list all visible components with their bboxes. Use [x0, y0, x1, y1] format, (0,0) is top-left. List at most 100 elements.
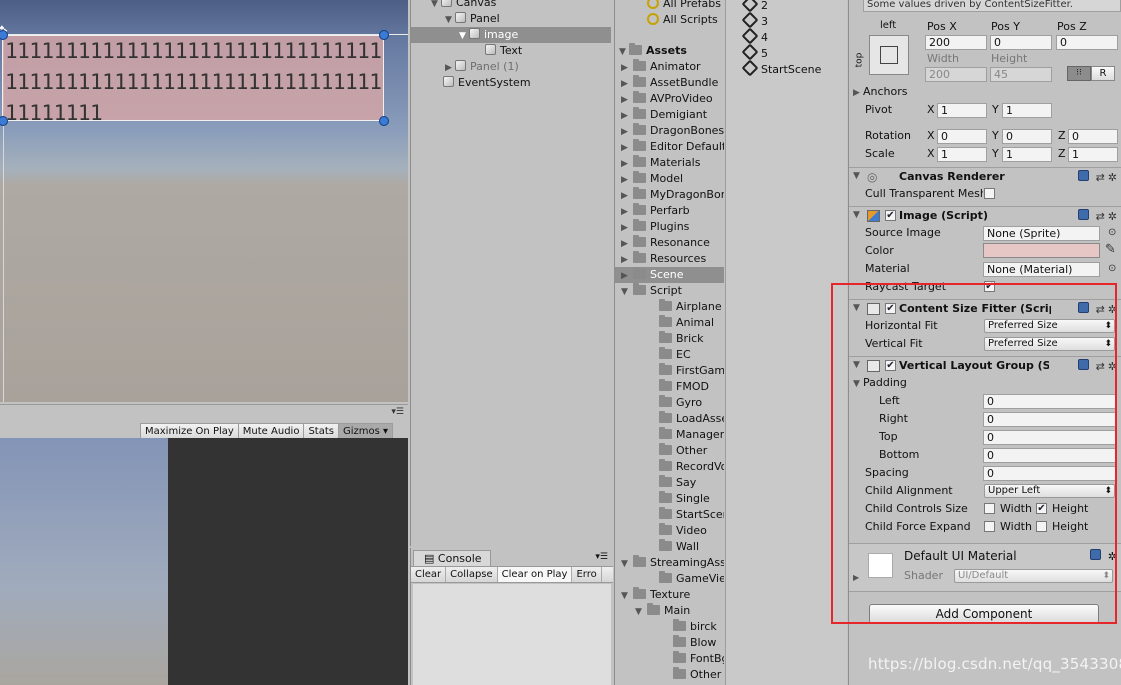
object-picker-icon[interactable]: ⊙ [1108, 263, 1116, 274]
project-folder-item[interactable]: ▶ AVProVideo [621, 91, 713, 107]
vertical-fit-select[interactable]: Preferred Size [984, 337, 1115, 351]
scale-x-field[interactable]: 1 [937, 147, 987, 162]
gear-icon[interactable]: ✲ [1108, 360, 1120, 373]
controls-width-checkbox[interactable] [984, 503, 995, 514]
hierarchy-item-image[interactable]: ▼ image [411, 27, 611, 43]
project-folder-item[interactable]: StartScene [659, 507, 724, 523]
expand-arrow-icon[interactable]: ▶ [445, 60, 455, 76]
file-item[interactable]: StartScene [741, 59, 821, 78]
pivot-x-field[interactable]: 1 [937, 103, 987, 118]
blueprint-mode-button[interactable]: ⁝⁝ [1067, 66, 1091, 81]
object-picker-icon[interactable]: ⊙ [1108, 227, 1116, 238]
project-folder-item[interactable]: Manager [659, 427, 724, 443]
source-image-field[interactable]: None (Sprite) [983, 226, 1100, 241]
rect-handle-bottom-left[interactable] [0, 116, 8, 126]
project-folder-item[interactable]: FMOD [659, 379, 709, 395]
project-folder-item[interactable]: EC [659, 347, 691, 363]
padding-foldout[interactable]: ▼ Padding [853, 375, 907, 391]
component-actions[interactable]: ⇄✲ [1078, 170, 1120, 184]
preset-icon[interactable]: ⇄ [1096, 360, 1108, 373]
help-icon[interactable] [1078, 170, 1090, 181]
padding-bottom-field[interactable]: 0 [983, 448, 1117, 463]
collapse-button[interactable]: Collapse [446, 567, 498, 582]
project-folder-item[interactable]: ▶ AssetBundle [621, 75, 718, 91]
project-folder-item[interactable]: Brick [659, 331, 704, 347]
horizontal-fit-select[interactable]: Preferred Size [984, 319, 1115, 333]
expand-arrow-icon[interactable]: ▶ [621, 252, 633, 268]
error-pause-button[interactable]: Erro [572, 567, 602, 582]
game-view[interactable] [0, 438, 408, 685]
project-folder-item[interactable]: ▶ Demigiant [621, 107, 707, 123]
layout-enabled-checkbox[interactable]: ✔ [885, 360, 896, 371]
file-item[interactable]: 5 [741, 43, 768, 62]
expand-arrow-icon[interactable]: ▶ [621, 172, 633, 188]
gear-icon[interactable]: ✲ [1108, 303, 1120, 316]
rotation-z-field[interactable]: 0 [1068, 129, 1118, 144]
project-folder-item[interactable]: ▶ DragonBones [621, 123, 724, 139]
collapse-arrow-icon[interactable]: ▼ [853, 360, 860, 370]
preset-icon[interactable]: ⇄ [1096, 303, 1108, 316]
project-folder-item[interactable]: Animal [659, 315, 714, 331]
project-folder-item[interactable]: ▶ Animator [621, 59, 701, 75]
project-folder-item[interactable]: Other [659, 443, 707, 459]
cull-transparent-checkbox[interactable] [984, 188, 995, 199]
hierarchy-item-panel[interactable]: ▼ Panel [445, 11, 500, 27]
component-actions[interactable]: ⇄✲ [1078, 359, 1120, 373]
gear-icon[interactable]: ✲ [1108, 550, 1120, 563]
project-folder-item[interactable]: GameView [659, 571, 724, 587]
project-folder-item[interactable]: ▶ Perfarb [621, 203, 690, 219]
project-folder-item[interactable]: ▶ Scene [615, 267, 724, 283]
project-folder-item[interactable]: ▼ Main [635, 603, 690, 619]
rotation-x-field[interactable]: 0 [937, 129, 987, 144]
expand-arrow-icon[interactable]: ▶ [621, 268, 633, 284]
project-folder-item[interactable]: RecordVoice [659, 459, 724, 475]
tab-console[interactable]: ▤ Console [413, 550, 491, 566]
expand-arrow-icon[interactable]: ▼ [621, 556, 633, 572]
console-log-area[interactable] [413, 584, 611, 685]
expand-arrow-icon[interactable]: ▶ [621, 236, 633, 252]
content-size-fitter-header[interactable]: ▼ ✔ Content Size Fitter (Script) ⇄✲ [849, 299, 1121, 319]
material-field[interactable]: None (Material) [983, 262, 1100, 277]
collapse-arrow-icon[interactable]: ▼ [853, 171, 860, 181]
help-icon[interactable] [1078, 209, 1090, 220]
project-folder-item[interactable]: Video [659, 523, 707, 539]
component-actions[interactable]: ⇄✲ [1078, 209, 1120, 223]
material-thumbnail[interactable] [868, 553, 893, 578]
project-folder-item[interactable]: ▼ Texture [621, 587, 690, 603]
pos-z-field[interactable]: 0 [1056, 35, 1118, 50]
anchor-preset-button[interactable] [869, 35, 909, 75]
hierarchy-item-panel-1[interactable]: ▶ Panel (1) [445, 59, 519, 75]
image-rect[interactable]: 1111111111111111111111111111111111111111… [2, 35, 384, 121]
project-folder-item[interactable]: Say [659, 475, 696, 491]
file-item[interactable]: 4 [741, 27, 768, 46]
raw-edit-button[interactable]: R [1091, 66, 1115, 81]
expand-width-checkbox[interactable] [984, 521, 995, 532]
scale-z-field[interactable]: 1 [1068, 147, 1118, 162]
project-folder-item[interactable]: ▶ Resonance [621, 235, 710, 251]
expand-arrow-icon[interactable]: ▼ [445, 12, 455, 28]
project-folder-item[interactable]: Other [673, 667, 721, 683]
help-icon[interactable] [1078, 359, 1090, 370]
assets-root[interactable]: ▼ Assets [619, 43, 687, 59]
expand-arrow-icon[interactable]: ▶ [621, 60, 633, 76]
file-item[interactable]: 3 [741, 11, 768, 30]
project-folder-item[interactable]: Airplane [659, 299, 722, 315]
rotation-y-field[interactable]: 0 [1002, 129, 1052, 144]
scale-y-field[interactable]: 1 [1002, 147, 1052, 162]
component-actions[interactable]: ✲ [1090, 549, 1120, 563]
project-folder-item[interactable]: birck [673, 619, 717, 635]
expand-arrow-icon[interactable]: ▶ [621, 204, 633, 220]
color-swatch[interactable] [983, 243, 1100, 258]
raycast-target-checkbox[interactable]: ✔ [984, 281, 995, 292]
project-folder-item[interactable]: ▶ MyDragonBones [621, 187, 724, 203]
pos-x-field[interactable]: 200 [925, 35, 987, 50]
favorite-all-scripts[interactable]: All Scripts [647, 12, 718, 28]
clear-button[interactable]: Clear [411, 567, 447, 582]
expand-arrow-icon[interactable]: ▶ [621, 124, 633, 140]
favorite-all-prefabs[interactable]: All Prefabs [647, 0, 721, 12]
project-folder-item[interactable]: Blow [673, 635, 716, 651]
rect-handle-bottom-right[interactable] [379, 116, 389, 126]
gear-icon[interactable]: ✲ [1108, 210, 1120, 223]
project-folder-item[interactable]: ▶ Resources [621, 251, 706, 267]
fitter-enabled-checkbox[interactable]: ✔ [885, 303, 896, 314]
